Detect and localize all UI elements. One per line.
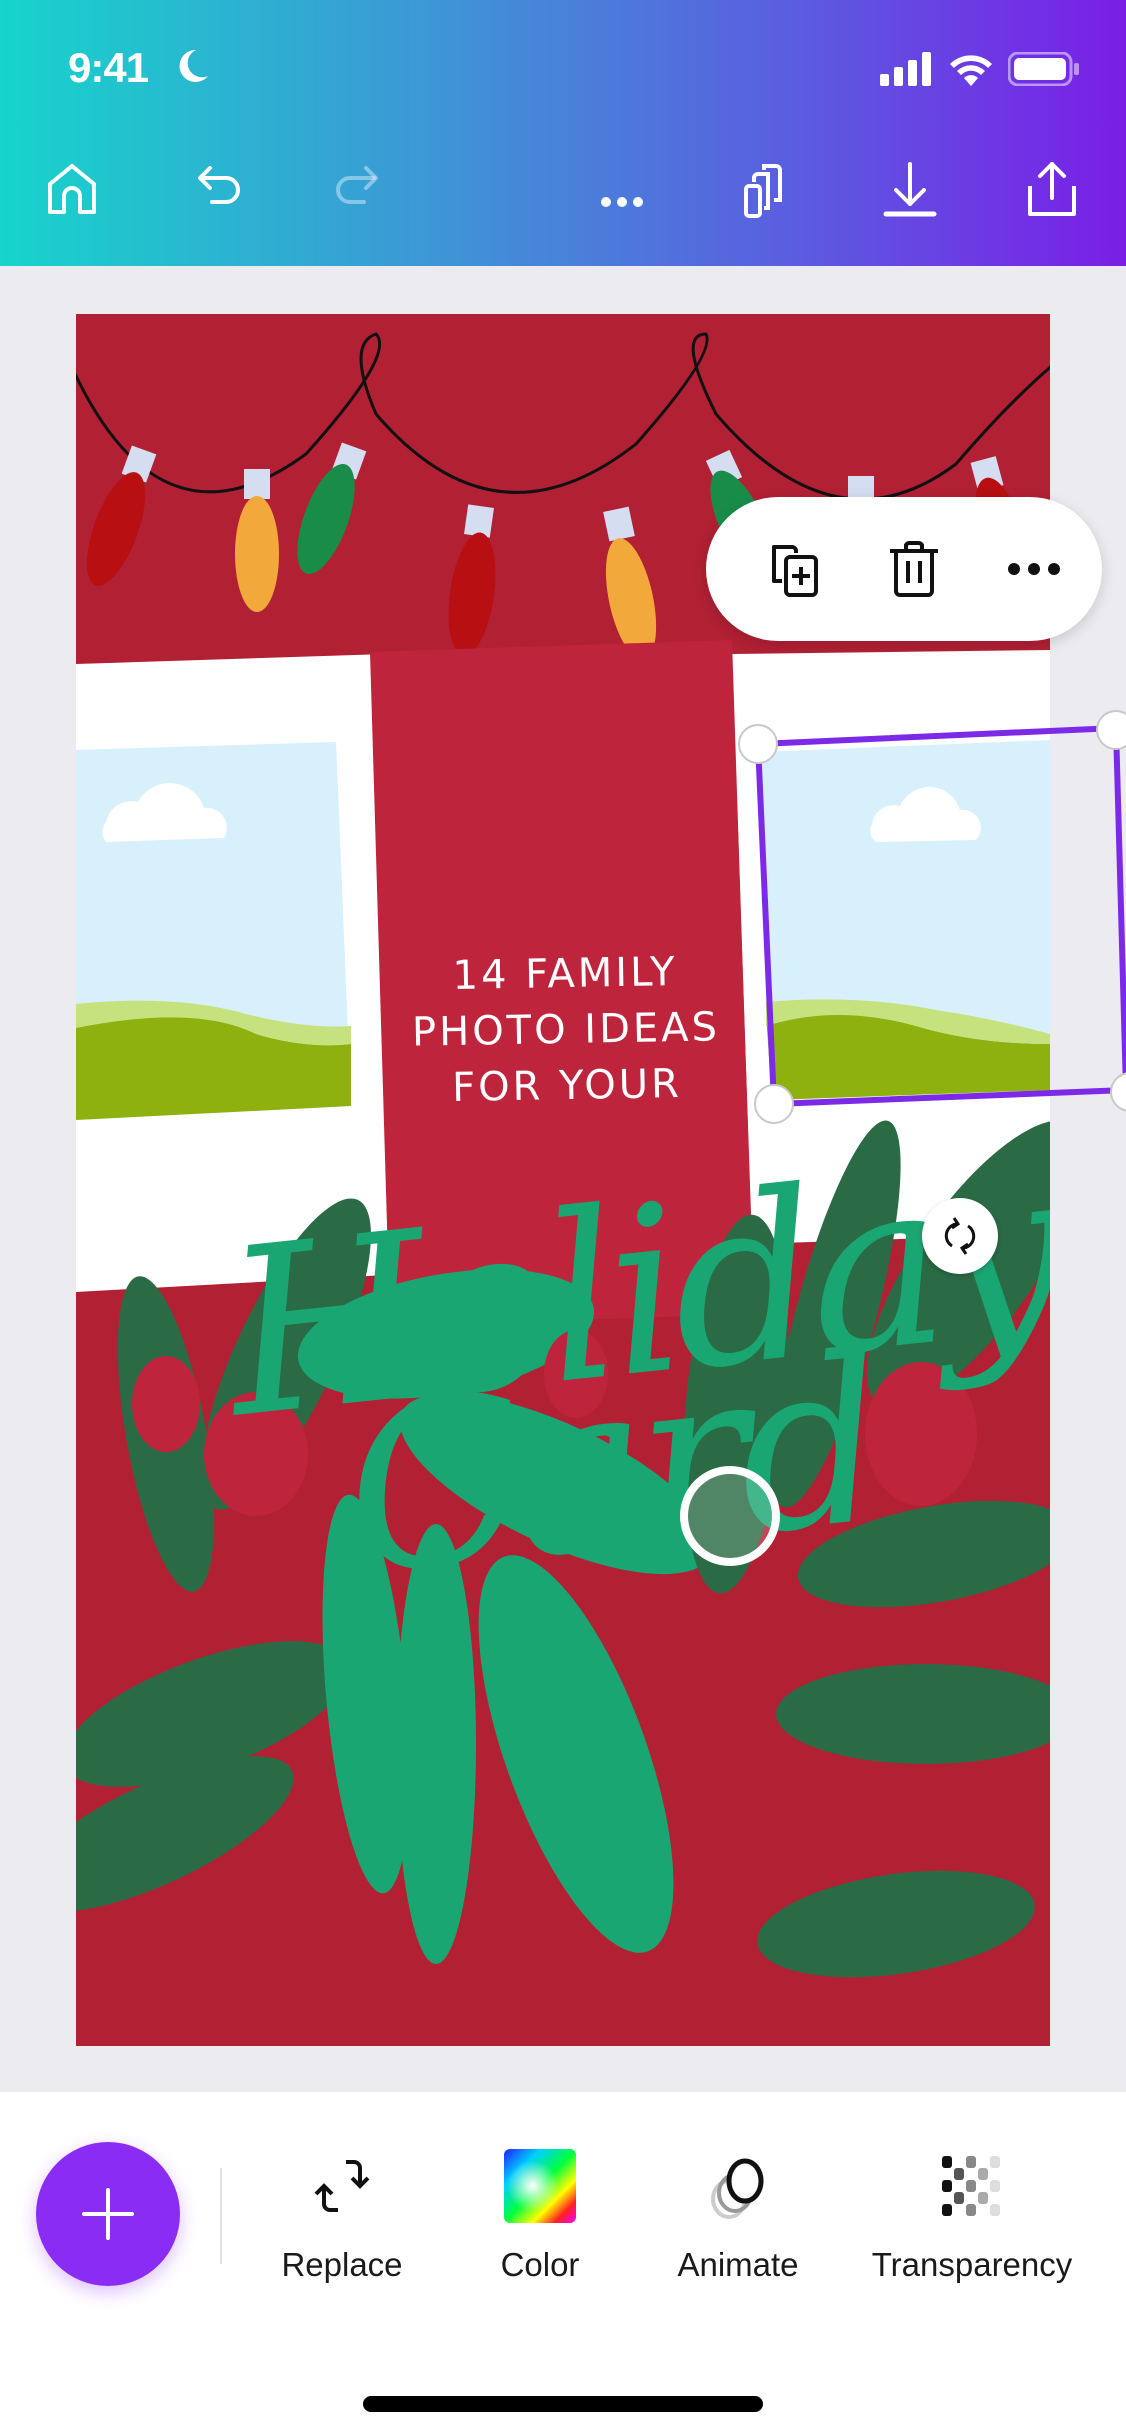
header: 9:41 <box>0 0 1126 266</box>
pages-button[interactable] <box>726 150 806 230</box>
context-more-button[interactable] <box>994 529 1074 609</box>
toolbar-divider <box>220 2168 222 2264</box>
transparency-icon <box>942 2156 1000 2216</box>
script-title-line-2[interactable]: Card <box>333 1307 888 1628</box>
redo-icon <box>336 166 378 204</box>
subtitle-line: 14 FAMILY <box>452 949 678 999</box>
moon-icon <box>179 49 208 82</box>
bottom-toolbar: Replace Color Animate Transparency <box>0 2092 1126 2436</box>
download-button[interactable] <box>870 150 950 230</box>
home-indicator[interactable] <box>363 2396 763 2412</box>
undo-icon <box>198 166 240 204</box>
app: 9:41 14 FAMILY PHOTO IDEAS FOR YOUR Holi… <box>0 0 1126 2436</box>
tool-color[interactable]: Color <box>470 2136 610 2284</box>
selection-frame[interactable] <box>740 700 1126 1120</box>
light-bulb <box>297 442 367 575</box>
more-horizontal-icon <box>601 197 643 207</box>
tool-label: Transparency <box>871 2246 1073 2283</box>
tool-label: Color <box>500 2246 580 2283</box>
context-menu <box>706 497 1102 641</box>
share-button[interactable] <box>1012 150 1092 230</box>
tool-replace[interactable]: Replace <box>272 2136 412 2284</box>
tool-animate[interactable]: Animate <box>668 2136 808 2284</box>
resize-handle-bottom-left[interactable] <box>754 1084 794 1124</box>
rotate-button[interactable] <box>922 1198 998 1274</box>
share-icon <box>1028 162 1076 216</box>
wifi-icon <box>950 55 992 86</box>
delete-button[interactable] <box>874 529 954 609</box>
light-bulb <box>448 504 496 656</box>
more-horizontal-icon <box>1008 563 1060 575</box>
animate-icon <box>711 2158 764 2219</box>
undo-button[interactable] <box>178 150 258 230</box>
light-bulb <box>86 445 157 586</box>
status-time: 9:41 <box>68 44 149 91</box>
more-button[interactable] <box>582 150 662 230</box>
subtitle-line: FOR YOUR <box>451 1060 683 1111</box>
color-spectrum-icon <box>504 2149 576 2223</box>
pages-icon <box>744 164 782 218</box>
light-bulb <box>603 506 657 660</box>
replace-icon <box>314 2160 370 2212</box>
tool-label: Replace <box>281 2246 403 2283</box>
top-toolbar <box>0 150 1126 240</box>
duplicate-button[interactable] <box>754 529 834 609</box>
tool-label: Animate <box>677 2246 799 2283</box>
trash-icon <box>890 540 938 597</box>
subtitle-text[interactable]: 14 FAMILY PHOTO IDEAS FOR YOUR <box>385 943 748 1117</box>
move-handle[interactable] <box>680 1466 780 1566</box>
status-bar: 9:41 <box>0 0 1126 140</box>
duplicate-icon <box>772 545 818 597</box>
rotate-icon <box>944 1217 976 1255</box>
redo-button[interactable] <box>318 150 398 230</box>
add-button[interactable] <box>36 2142 180 2286</box>
battery-icon <box>1008 52 1079 86</box>
home-icon <box>48 164 96 214</box>
system-icons <box>880 52 1080 86</box>
subtitle-line: PHOTO IDEAS <box>411 1004 721 1056</box>
download-icon <box>883 162 937 217</box>
plus-icon <box>82 2188 134 2240</box>
resize-handle-top-left[interactable] <box>738 724 778 764</box>
tool-transparency[interactable]: Transparency <box>862 2136 1082 2284</box>
home-button[interactable] <box>32 150 112 230</box>
cellular-signal-icon <box>880 52 931 86</box>
light-bulb <box>235 469 279 612</box>
